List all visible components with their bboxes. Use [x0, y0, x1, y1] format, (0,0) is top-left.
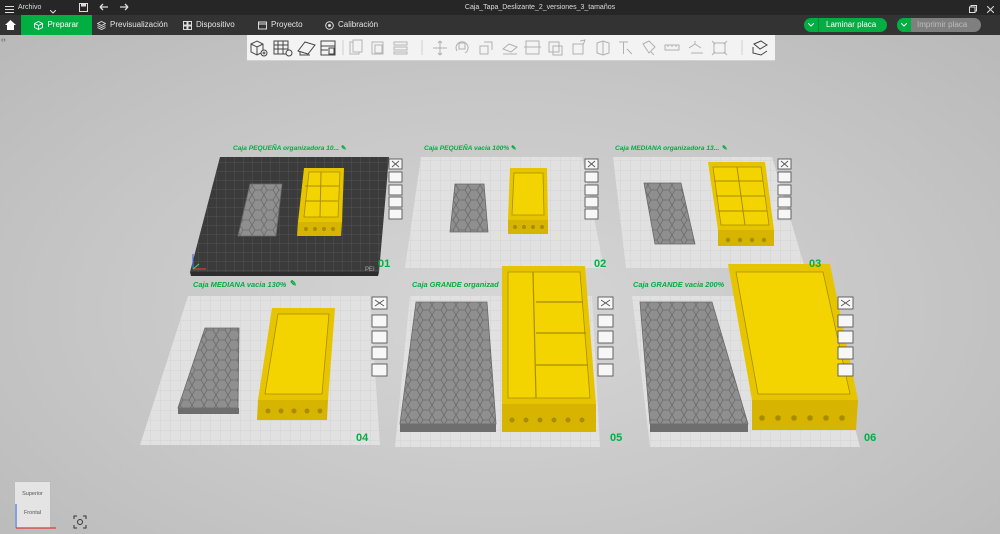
plate-03[interactable]: [613, 157, 805, 268]
arrange-icon[interactable]: [584, 171, 599, 183]
arrange-icon[interactable]: [777, 171, 792, 183]
view-cube-top-label[interactable]: Superior: [15, 491, 50, 497]
plate-05-controls: [597, 296, 614, 377]
plate-03-title[interactable]: Caja MEDIANA organizadora 13...: [615, 145, 719, 152]
plate-01-controls: [388, 158, 403, 220]
plate-03-controls: [777, 158, 792, 220]
plate-05-title[interactable]: Caja GRANDE organizad: [412, 280, 499, 289]
settings-icon[interactable]: [388, 208, 403, 220]
lock-icon[interactable]: [597, 346, 614, 360]
plate-04-number: 04: [356, 432, 369, 444]
bed-label: PEI: [365, 267, 375, 273]
box-object[interactable]: [297, 168, 344, 236]
settings-icon[interactable]: [371, 363, 388, 377]
lock-icon[interactable]: [388, 196, 403, 208]
plate-04-title[interactable]: Caja MEDIANA vacia 130%: [193, 280, 286, 289]
box-object[interactable]: [508, 168, 548, 234]
orient-icon[interactable]: [597, 330, 614, 344]
plate-06[interactable]: [632, 264, 860, 447]
edit-icon[interactable]: ✎: [722, 144, 728, 152]
arrange-icon[interactable]: [371, 314, 388, 328]
edit-icon[interactable]: ✎: [341, 144, 347, 152]
plate-01-number: 01: [378, 258, 391, 270]
plate-01-title[interactable]: Caja PEQUEÑA organizadora 10...: [233, 145, 339, 152]
orient-icon[interactable]: [837, 330, 854, 344]
plate-03-number: 03: [809, 258, 822, 270]
axes-gizmo: [15, 504, 56, 529]
lock-icon[interactable]: [371, 346, 388, 360]
orient-icon[interactable]: [777, 184, 792, 196]
plate-02-number: 02: [594, 258, 607, 270]
plate-06-controls: [837, 296, 854, 377]
plate-04[interactable]: [140, 296, 380, 445]
plate-05-number: 05: [610, 432, 623, 444]
plate-06-title[interactable]: Caja GRANDE vacia 200%: [633, 280, 724, 289]
orient-icon[interactable]: [584, 184, 599, 196]
orient-icon[interactable]: [388, 184, 403, 196]
arrange-icon[interactable]: [597, 314, 614, 328]
plate-04-controls: [371, 296, 388, 377]
plate-06-number: 06: [864, 432, 877, 444]
settings-icon[interactable]: [584, 208, 599, 220]
plate-02-title[interactable]: Caja PEQUEÑA vacia 100%: [424, 145, 509, 152]
box-object[interactable]: [502, 266, 596, 432]
lock-icon[interactable]: [837, 346, 854, 360]
plate-05[interactable]: [395, 266, 600, 447]
plates-scene: PEI: [140, 157, 860, 447]
plate-01[interactable]: PEI: [190, 157, 389, 276]
settings-icon[interactable]: [777, 208, 792, 220]
edit-icon[interactable]: ✎: [511, 144, 517, 152]
settings-icon[interactable]: [837, 363, 854, 377]
plate-02-controls: [584, 158, 599, 220]
lock-icon[interactable]: [584, 196, 599, 208]
plate-02[interactable]: [405, 157, 604, 268]
arrange-icon[interactable]: [837, 314, 854, 328]
arrange-icon[interactable]: [388, 171, 403, 183]
orient-icon[interactable]: [371, 330, 388, 344]
lock-icon[interactable]: [777, 196, 792, 208]
edit-icon[interactable]: ✎: [290, 279, 297, 288]
settings-icon[interactable]: [597, 363, 614, 377]
zoom-fit-icon[interactable]: [73, 515, 87, 534]
